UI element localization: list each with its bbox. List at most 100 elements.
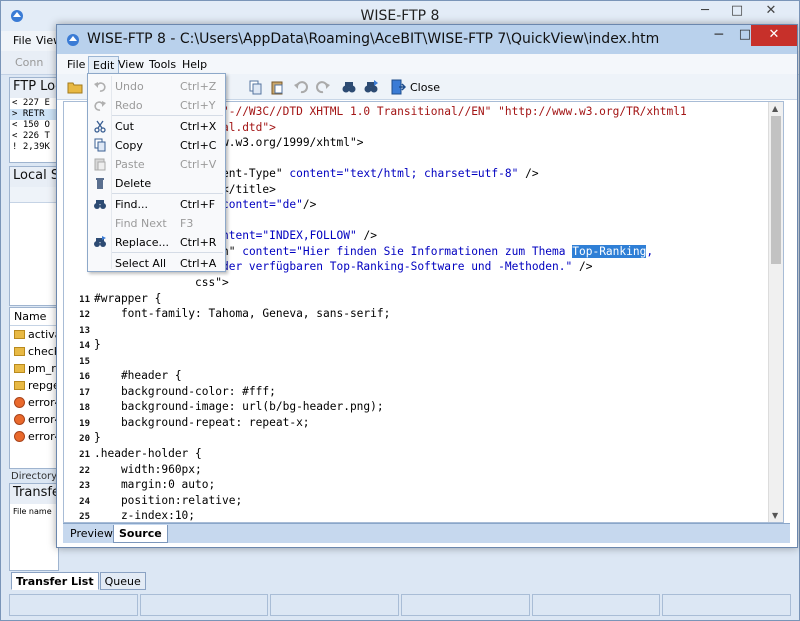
quickview-title: WISE-FTP 8 - C:\Users\AppData\Roaming\Ac… — [87, 31, 660, 47]
log-line: < 150 O — [12, 120, 50, 130]
file-name: error4 — [28, 413, 59, 426]
code-line[interactable]: 17 background-color: #fff; — [64, 384, 764, 400]
list-item[interactable]: error4 — [10, 394, 58, 411]
menu-item-shortcut: Ctrl+C — [180, 139, 217, 152]
menu-item-label: Delete — [115, 177, 152, 190]
scroll-down-icon[interactable]: ▼ — [772, 511, 778, 520]
menu-item-delete[interactable]: Delete — [88, 174, 225, 193]
redo-icon — [94, 101, 106, 111]
menu-item-shortcut: F3 — [180, 217, 194, 230]
firefox-file-icon — [14, 397, 25, 408]
code-line[interactable]: 24 position:relative; — [64, 493, 764, 509]
scrollbar-thumb[interactable] — [771, 116, 781, 264]
directory-label: Directory — [11, 471, 58, 482]
connect-button[interactable]: Conn — [15, 56, 43, 69]
list-item[interactable]: check — [10, 343, 58, 360]
copy-doc-icon[interactable] — [247, 79, 263, 95]
code-line[interactable]: 25 z-index:10; — [64, 508, 764, 523]
menu-item-replace[interactable]: Replace... Ctrl+R — [88, 233, 225, 252]
toolbar-close-button[interactable]: Close — [410, 81, 440, 94]
code-text: , — [646, 244, 654, 258]
close-door-icon[interactable] — [390, 79, 406, 95]
code-text: background-color: #fff; — [94, 384, 276, 398]
code-line[interactable]: 11 #wrapper { — [64, 291, 764, 307]
menu-item-label: Find Next — [115, 217, 167, 230]
menu-item-cut[interactable]: Cut Ctrl+X — [88, 117, 225, 136]
folder-icon — [14, 330, 25, 339]
firefox-file-icon — [14, 414, 25, 425]
code-line[interactable]: 15 — [64, 353, 764, 369]
menu-item-redo[interactable]: Redo Ctrl+Y — [88, 96, 225, 115]
quickview-close-button[interactable]: ✕ — [751, 25, 797, 46]
column-header-name[interactable]: Name — [10, 308, 58, 326]
menu-item-paste[interactable]: Paste Ctrl+V — [88, 155, 225, 174]
open-folder-icon[interactable] — [67, 79, 83, 95]
main-maximize-button[interactable]: □ — [723, 1, 751, 23]
vertical-scrollbar[interactable]: ▲ ▼ — [768, 102, 783, 522]
tab-source[interactable]: Source — [113, 525, 168, 543]
quickview-minimize-button[interactable]: ─ — [715, 27, 723, 43]
undo-icon — [94, 82, 106, 92]
menu-view[interactable]: View — [114, 56, 148, 74]
menu-item-copy[interactable]: Copy Ctrl+C — [88, 136, 225, 155]
code-text: font-family: Tahoma, Geneva, sans-serif; — [94, 307, 391, 321]
menu-file[interactable]: File — [63, 56, 89, 74]
menu-item-undo[interactable]: Undo Ctrl+Z — [88, 77, 225, 96]
undo-icon[interactable] — [293, 79, 309, 95]
code-line[interactable]: 18 background-image: url(b/bg-header.png… — [64, 399, 764, 415]
code-line[interactable]: 19 background-repeat: repeat-x; — [64, 415, 764, 431]
list-item[interactable]: activa — [10, 326, 58, 343]
copy-icon — [94, 138, 106, 152]
menu-item-find[interactable]: Find... Ctrl+F — [88, 195, 225, 214]
code-text: width:960px; — [94, 462, 202, 476]
list-item[interactable]: repge — [10, 377, 58, 394]
main-minimize-button[interactable]: ─ — [691, 1, 719, 23]
code-line[interactable]: 13 — [64, 322, 764, 338]
find-binoculars-icon[interactable] — [341, 79, 357, 95]
main-close-button[interactable]: ✕ — [751, 1, 791, 23]
quickview-titlebar[interactable]: WISE-FTP 8 - C:\Users\AppData\Roaming\Ac… — [57, 25, 797, 54]
main-menu-file[interactable]: File — [13, 34, 31, 47]
menu-separator — [112, 115, 223, 116]
code-line[interactable]: 14} — [64, 337, 764, 353]
code-text: content="INDEX,FOLLOW" — [208, 229, 357, 243]
menu-item-find-next[interactable]: Find Next F3 — [88, 214, 225, 233]
redo-icon[interactable] — [315, 79, 331, 95]
menu-item-shortcut: Ctrl+X — [180, 120, 217, 133]
menu-item-label: Copy — [115, 139, 143, 152]
quickview-maximize-button[interactable]: □ — [739, 27, 751, 42]
scroll-up-icon[interactable]: ▲ — [772, 104, 778, 113]
code-text: } — [94, 338, 101, 352]
line-number: 25 — [79, 512, 90, 523]
file-name: error4 — [28, 396, 59, 409]
local-nav-strip[interactable] — [10, 187, 58, 203]
code-line[interactable]: 22 width:960px; — [64, 462, 764, 478]
menu-item-label: Redo — [115, 99, 143, 112]
menu-item-shortcut: Ctrl+Y — [180, 99, 216, 112]
paste-doc-icon[interactable] — [269, 79, 285, 95]
code-text: LIC "-//W3C//DTD XHTML 1.0 Transitional/… — [195, 105, 687, 118]
code-line[interactable]: css"> — [64, 275, 764, 291]
code-line[interactable]: 23 margin:0 auto; — [64, 477, 764, 493]
cut-icon — [94, 120, 106, 133]
selected-text: Top-Ranking — [572, 244, 647, 258]
tab-queue[interactable]: Queue — [99, 572, 146, 590]
code-line[interactable]: 16 #header { — [64, 368, 764, 384]
list-item[interactable]: error4 — [10, 411, 58, 428]
menu-item-select-all[interactable]: Select All Ctrl+A — [88, 254, 225, 273]
firefox-file-icon — [14, 431, 25, 442]
code-line[interactable]: 21 .header-holder { — [64, 446, 764, 462]
code-line[interactable]: 20} — [64, 430, 764, 446]
code-text: /> — [302, 198, 317, 212]
file-name: pm_re — [28, 362, 59, 375]
find-next-icon[interactable] — [363, 79, 379, 95]
list-item[interactable]: error4 — [10, 428, 58, 445]
log-line: < 227 E — [12, 98, 50, 108]
log-line: < 226 T — [12, 131, 50, 141]
menu-tools[interactable]: Tools — [145, 56, 180, 74]
menu-help[interactable]: Help — [178, 56, 211, 74]
tab-preview[interactable]: Preview — [65, 525, 118, 543]
code-line[interactable]: 12 font-family: Tahoma, Geneva, sans-ser… — [64, 306, 764, 322]
tab-transfer-list[interactable]: Transfer List — [11, 572, 99, 590]
list-item[interactable]: pm_re — [10, 360, 58, 377]
